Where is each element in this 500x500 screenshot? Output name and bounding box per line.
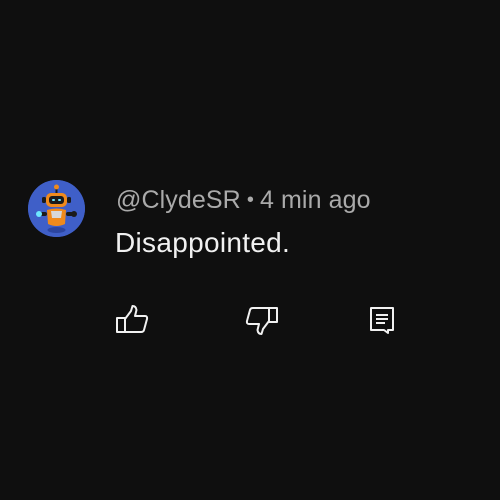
comment-timestamp[interactable]: 4 min ago: [260, 186, 371, 214]
thumbs-up-icon: [116, 305, 149, 333]
reply-button[interactable]: [362, 300, 402, 340]
like-button[interactable]: [112, 300, 152, 340]
thumbs-down-icon: [245, 307, 278, 335]
robot-avatar-icon: [28, 180, 85, 237]
comment-page: @ClydeSR • 4 min ago Disappointed.: [0, 0, 500, 500]
comment-item: @ClydeSR • 4 min ago Disappointed.: [28, 180, 468, 340]
comment-text: Disappointed.: [115, 227, 291, 258]
comment-reply-icon: [370, 307, 394, 334]
dislike-button[interactable]: [242, 300, 282, 340]
comment-author[interactable]: @ClydeSR: [116, 186, 241, 214]
author-avatar[interactable]: [28, 180, 85, 237]
comment-header: @ClydeSR • 4 min ago: [116, 184, 371, 218]
meta-separator: •: [246, 189, 254, 211]
